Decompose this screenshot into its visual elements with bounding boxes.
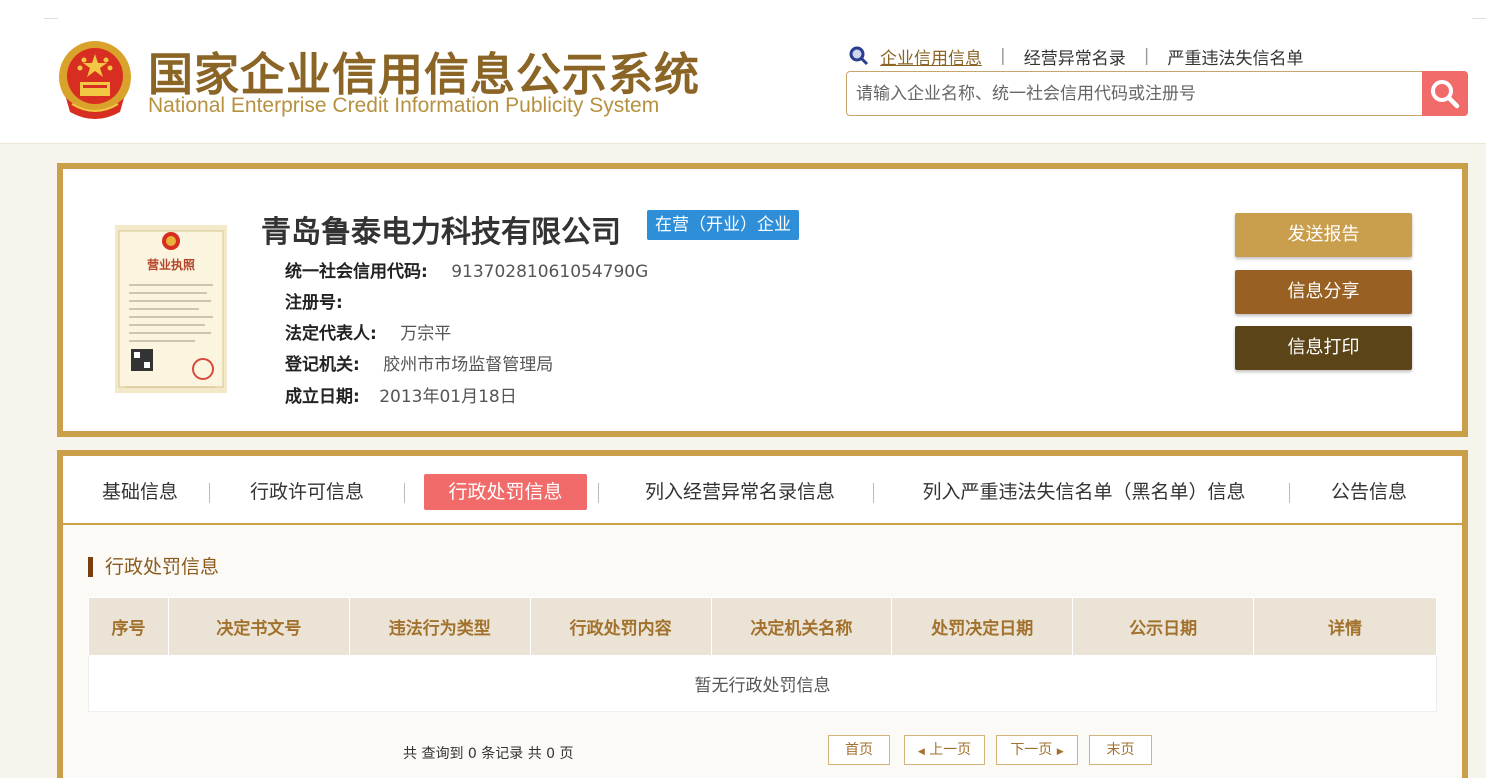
tab-blacklist[interactable]: 列入严重违法失信名单（黑名单）信息 [903, 474, 1265, 510]
field-label: 注册号: [285, 293, 343, 313]
last-page-button[interactable]: 末页 [1089, 735, 1152, 765]
legal-representative-value: 万宗平 [400, 324, 452, 344]
first-page-button[interactable]: 首页 [828, 735, 890, 765]
credit-code-value: 91370281061054790G [451, 262, 649, 282]
tab-separator [1289, 483, 1290, 503]
caret-right-icon: ▶ [1056, 747, 1064, 757]
nav-blacklist[interactable]: 严重违法失信名单 [1167, 44, 1303, 69]
search-button[interactable] [1422, 71, 1468, 116]
establishment-date-row: 成立日期: 2013年01月18日 [285, 382, 517, 407]
nav-abnormal-list[interactable]: 经营异常名录 [1024, 44, 1126, 69]
company-name: 青岛鲁泰电力科技有限公司 [261, 215, 621, 250]
column-header: 决定机关名称 [710, 597, 893, 656]
next-page-label: 下一页 [1010, 742, 1053, 758]
license-title: 营业执照 [147, 257, 195, 272]
tab-admin-license[interactable]: 行政许可信息 [239, 474, 375, 510]
prev-page-label: 上一页 [929, 742, 972, 758]
legal-representative-row: 法定代表人: 万宗平 [285, 319, 451, 344]
nav-separator: | [1000, 46, 1006, 66]
search-input[interactable] [848, 73, 1422, 114]
top-navigation: 企业信用信息 | 经营异常名录 | 严重违法失信名单 [848, 44, 1303, 69]
empty-message: 暂无行政处罚信息 [88, 655, 1437, 712]
column-header: 公示日期 [1072, 597, 1255, 656]
column-header: 详情 [1253, 597, 1437, 656]
send-report-button[interactable]: 发送报告 [1235, 213, 1412, 257]
tab-abnormal-list[interactable]: 列入经营异常名录信息 [629, 474, 851, 510]
table-row: 暂无行政处罚信息 [88, 655, 1437, 712]
tab-admin-penalty[interactable]: 行政处罚信息 [424, 474, 587, 510]
table-header-row: 序号 决定书文号 违法行为类型 行政处罚内容 决定机关名称 处罚决定日期 公示日… [88, 597, 1437, 656]
registration-authority-value: 胶州市市场监督管理局 [383, 355, 554, 375]
tab-separator [209, 483, 210, 503]
tab-separator [598, 483, 599, 503]
pagination-summary: 共 查询到 0 条记录 共 0 页 [403, 746, 574, 762]
tab-separator [404, 483, 405, 503]
credit-code-row: 统一社会信用代码: 91370281061054790G [285, 257, 648, 282]
tab-basic-info[interactable]: 基础信息 [85, 474, 195, 510]
registration-authority-row: 登记机关: 胶州市市场监督管理局 [285, 350, 553, 375]
status-badge: 在营（开业）企业 [647, 210, 799, 240]
field-label: 成立日期: [285, 387, 360, 407]
field-label: 法定代表人: [285, 324, 377, 344]
search-box [846, 71, 1468, 116]
header-divider [44, 18, 58, 19]
penalty-table: 序号 决定书文号 违法行为类型 行政处罚内容 决定机关名称 处罚决定日期 公示日… [88, 597, 1437, 712]
field-label: 统一社会信用代码: [285, 262, 428, 282]
print-info-button[interactable]: 信息打印 [1235, 326, 1412, 370]
prev-page-button[interactable]: ◀ 上一页 [904, 735, 985, 765]
info-tabs: 基础信息 行政许可信息 行政处罚信息 列入经营异常名录信息 列入严重违法失信名单… [57, 450, 1468, 529]
company-card: 营业执照 青岛鲁泰电力科技有限公司 在营（开业）企业 统一社会信用代码: 913… [57, 163, 1468, 437]
column-header: 序号 [88, 597, 169, 656]
establishment-date-value: 2013年01月18日 [379, 387, 517, 407]
nav-separator: | [1143, 46, 1150, 66]
national-emblem-icon [59, 41, 131, 119]
column-header: 决定书文号 [167, 597, 350, 656]
site-title-english: National Enterprise Credit Information P… [148, 94, 660, 117]
header-divider [1472, 18, 1486, 19]
search-icon [849, 46, 869, 66]
section-title: 行政处罚信息 [88, 557, 219, 577]
share-info-button[interactable]: 信息分享 [1235, 270, 1412, 314]
next-page-button[interactable]: 下一页 ▶ [996, 735, 1078, 765]
column-header: 处罚决定日期 [891, 597, 1074, 656]
business-license-image[interactable]: 营业执照 [115, 225, 227, 393]
column-header: 行政处罚内容 [529, 597, 712, 656]
column-header: 违法行为类型 [348, 597, 531, 656]
registration-number-row: 注册号: [285, 288, 343, 313]
field-label: 登记机关: [285, 355, 360, 375]
site-header: 国家企业信用信息公示系统 National Enterprise Credit … [0, 0, 1486, 144]
caret-left-icon: ◀ [917, 747, 925, 757]
nav-enterprise-credit[interactable]: 企业信用信息 [880, 44, 982, 69]
magnifier-icon [1431, 79, 1460, 108]
tab-announcements[interactable]: 公告信息 [1317, 474, 1421, 510]
penalty-panel: 行政处罚信息 序号 决定书文号 违法行为类型 行政处罚内容 决定机关名称 处罚决… [57, 525, 1468, 778]
tab-separator [873, 483, 874, 503]
